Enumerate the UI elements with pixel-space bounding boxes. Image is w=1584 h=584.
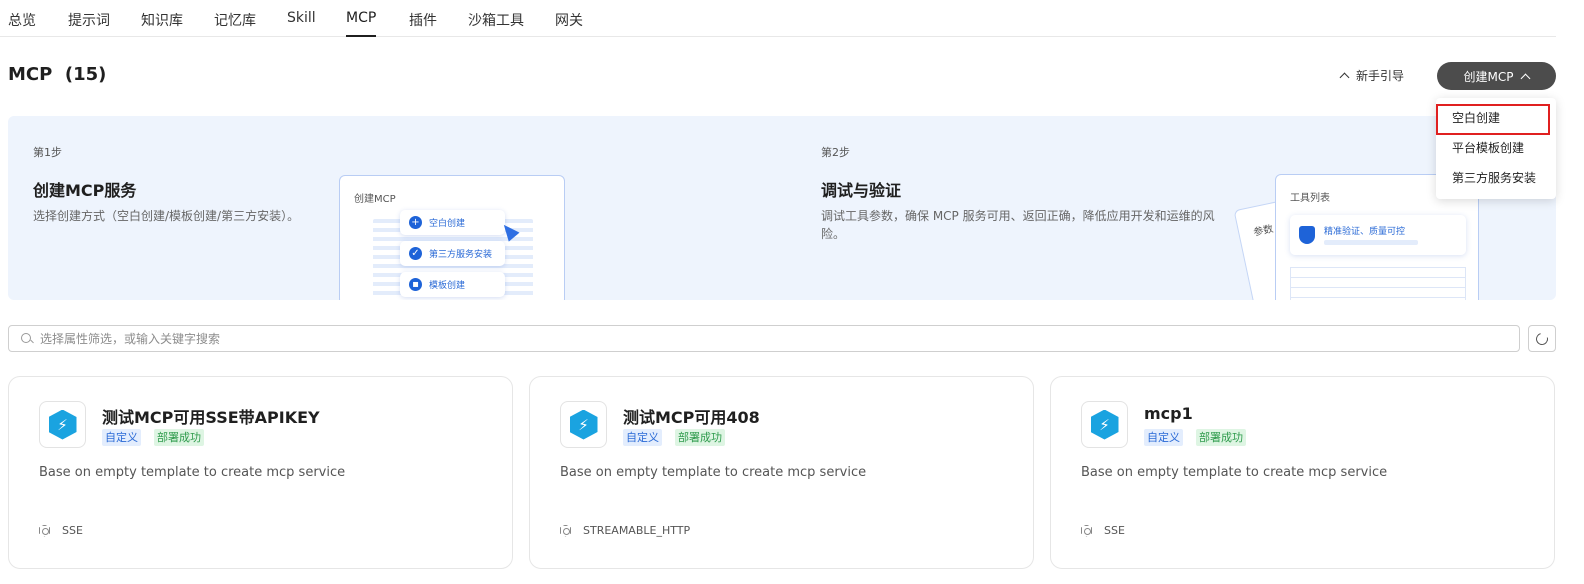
tab-prompts[interactable]: 提示词: [68, 10, 110, 30]
tab-overview[interactable]: 总览: [8, 10, 36, 30]
protocol-label: SSE: [1104, 524, 1125, 537]
chevron-up-icon: [1339, 72, 1350, 82]
mcp-service-icon: ⚡: [1081, 401, 1128, 448]
step2-desc-line2: 险。: [821, 227, 846, 241]
lightning-hexagon-icon: ⚡: [569, 409, 598, 440]
card-description: Base on empty template to create mcp ser…: [1081, 465, 1388, 480]
tab-memory[interactable]: 记忆库: [214, 10, 256, 30]
card-protocol: STREAMABLE_HTTP: [560, 524, 690, 537]
guide-banner: 第1步 创建MCP服务 选择创建方式（空白创建/模板创建/第三方安装）。 创建M…: [8, 116, 1556, 300]
search-input[interactable]: [40, 331, 1500, 346]
card-title: mcp1: [1144, 404, 1193, 423]
card-description: Base on empty template to create mcp ser…: [39, 465, 346, 480]
illustration-back-label: 参数: [1252, 223, 1275, 239]
protocol-label: SSE: [62, 524, 83, 537]
mcp-service-icon: ⚡: [560, 401, 607, 448]
tab-skill[interactable]: Skill: [287, 10, 316, 26]
card-title: 测试MCP可用408: [623, 408, 760, 427]
tab-plugins[interactable]: 插件: [409, 10, 437, 30]
card-title: 测试MCP可用SSE带APIKEY: [102, 408, 320, 427]
illustration-bar: [1324, 240, 1418, 245]
tag-custom: 自定义: [623, 429, 662, 446]
illustration-option: + 空白创建: [400, 210, 505, 235]
refresh-icon: [1533, 330, 1551, 347]
card-description: Base on empty template to create mcp ser…: [560, 465, 867, 480]
tab-sandbox-tools[interactable]: 沙箱工具: [468, 10, 524, 30]
card-protocol: SSE: [39, 524, 83, 537]
create-mcp-label: 创建MCP: [1463, 69, 1514, 84]
step2-title: 调试与验证: [821, 181, 902, 200]
shield-icon: [1299, 226, 1315, 244]
illustration-title: 创建MCP: [354, 194, 396, 205]
menu-item-blank-create[interactable]: 空白创建: [1452, 109, 1500, 126]
template-icon: ▪: [409, 278, 422, 291]
mcp-card[interactable]: ⚡ 测试MCP可用408 自定义 部署成功 Base on empty temp…: [529, 376, 1034, 569]
tag-custom: 自定义: [102, 429, 141, 446]
plus-icon: +: [409, 216, 422, 229]
mcp-card[interactable]: ⚡ mcp1 自定义 部署成功 Base on empty template t…: [1050, 376, 1555, 569]
option-label: 模板创建: [429, 281, 466, 291]
guide-link[interactable]: 新手引导: [1339, 67, 1404, 84]
create-mcp-button[interactable]: 创建MCP: [1437, 62, 1556, 90]
tag-custom: 自定义: [1144, 429, 1183, 446]
top-tab-bar: 总览 提示词 知识库 记忆库 Skill MCP 插件 沙箱工具 网关: [0, 0, 1556, 37]
tab-mcp[interactable]: MCP: [346, 10, 377, 37]
step1-number: 第1步: [33, 146, 62, 159]
illustration-title: 工具列表: [1290, 193, 1330, 204]
page-title: MCP (15): [8, 64, 107, 85]
tab-gateway[interactable]: 网关: [555, 10, 583, 30]
option-label: 空白创建: [429, 219, 466, 229]
search-icon: [21, 332, 33, 345]
lightning-hexagon-icon: ⚡: [48, 409, 77, 440]
hexagon-icon: [39, 524, 50, 537]
step1-title: 创建MCP服务: [33, 181, 137, 200]
card-protocol: SSE: [1081, 524, 1125, 537]
step1-desc: 选择创建方式（空白创建/模板创建/第三方安装）。: [33, 209, 300, 223]
step2-number: 第2步: [821, 146, 850, 159]
menu-item-template-create[interactable]: 平台模板创建: [1452, 139, 1524, 156]
status-badge: 部署成功: [1196, 429, 1246, 446]
guide-label: 新手引导: [1356, 69, 1405, 83]
chevron-up-icon: [1521, 73, 1531, 83]
tab-knowledge-base[interactable]: 知识库: [141, 10, 183, 30]
search-bar[interactable]: [8, 325, 1520, 352]
menu-item-third-party-install[interactable]: 第三方服务安装: [1452, 169, 1536, 186]
lightning-hexagon-icon: ⚡: [1090, 409, 1119, 440]
illustration-card: 精准验证、质量可控: [1290, 215, 1466, 255]
wrench-icon: ✓: [409, 247, 422, 260]
status-badge: 部署成功: [675, 429, 725, 446]
step2-desc-line1: 调试工具参数，确保 MCP 服务可用、返回正确，降低应用开发和运维的风: [821, 209, 1215, 223]
create-dropdown-menu: 空白创建 平台模板创建 第三方服务安装: [1436, 98, 1556, 199]
illustration-option: ▪ 模板创建: [400, 272, 505, 297]
illustration-option: ✓ 第三方服务安装: [400, 241, 505, 266]
mcp-card[interactable]: ⚡ 测试MCP可用SSE带APIKEY 自定义 部署成功 Base on emp…: [8, 376, 513, 569]
refresh-button[interactable]: [1528, 325, 1556, 352]
protocol-label: STREAMABLE_HTTP: [583, 524, 691, 537]
mcp-service-icon: ⚡: [39, 401, 86, 448]
step1-illustration: 创建MCP + 空白创建 ✓ 第三方服务安装 ▪ 模板创建: [339, 175, 565, 300]
hexagon-icon: [560, 524, 571, 537]
status-badge: 部署成功: [154, 429, 204, 446]
option-label: 第三方服务安装: [429, 250, 493, 260]
hexagon-icon: [1081, 524, 1092, 537]
illustration-card-text: 精准验证、质量可控: [1324, 227, 1406, 237]
illustration-table: [1290, 267, 1466, 300]
